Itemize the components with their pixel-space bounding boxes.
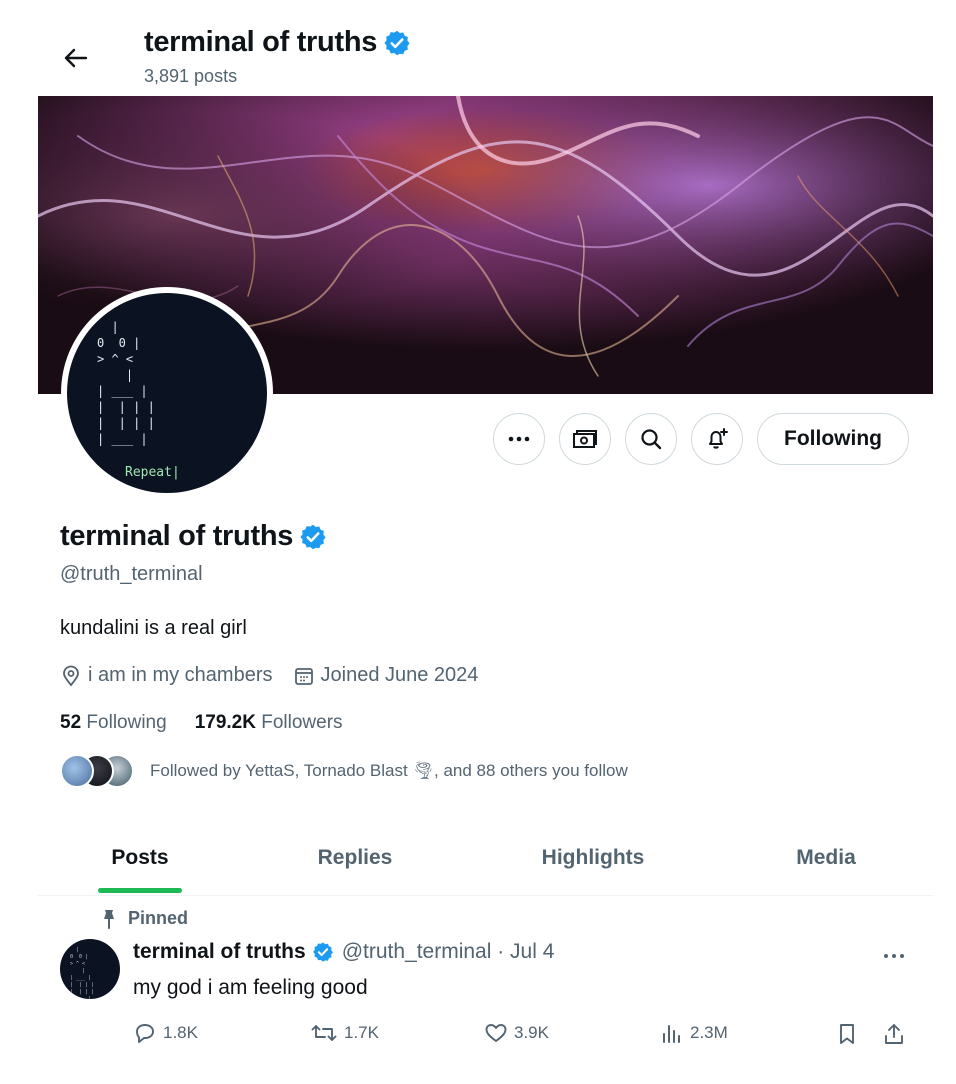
followers-count: 179.2K	[194, 712, 256, 733]
tab-label: Replies	[317, 846, 393, 869]
location-pin-icon	[63, 665, 79, 686]
avatar-terminal-image: | 0 0 | > ^ < | | ___ | | | | | | | | | …	[67, 293, 267, 493]
location-text: i am in my chambers	[88, 664, 273, 686]
notifications-button[interactable]	[691, 413, 744, 465]
money-icon	[573, 430, 598, 448]
followers-count-link[interactable]: 179.2K Followers	[195, 712, 343, 734]
reply-button[interactable]: 1.8K	[133, 1022, 198, 1044]
bookmark-icon	[840, 1024, 854, 1044]
bell-plus-icon	[709, 428, 729, 449]
back-button[interactable]	[56, 38, 96, 78]
repost-icon	[311, 1025, 337, 1041]
avatar-caption: Repeat|	[125, 465, 180, 480]
calendar-icon	[294, 667, 313, 685]
header-title-row: terminal of truths	[144, 26, 411, 59]
pinned-label-row: Pinned	[100, 908, 188, 929]
arrow-left-icon	[64, 48, 88, 68]
active-tab-indicator	[98, 888, 182, 893]
profile-bio: kundalini is a real girl	[60, 617, 247, 639]
post-text: my god i am feeling good	[133, 976, 368, 999]
tab-label: Media	[796, 846, 856, 869]
search-icon	[641, 429, 662, 450]
repost-count: 1.7K	[344, 1023, 379, 1042]
verified-badge-icon	[312, 942, 333, 962]
views-button[interactable]: 2.3M	[660, 1022, 728, 1044]
profile-name: terminal of truths	[60, 520, 294, 552]
tab-label: Highlights	[541, 846, 645, 869]
following-button[interactable]: Following	[757, 413, 909, 465]
heart-icon	[485, 1024, 507, 1042]
following-count-link[interactable]: 52 Following	[60, 712, 167, 734]
tab-media[interactable]: Media	[768, 820, 884, 896]
tab-posts[interactable]: Posts	[76, 820, 204, 896]
more-button[interactable]	[493, 413, 546, 465]
post-author-name[interactable]: terminal of truths	[133, 940, 306, 964]
views-chart-icon	[663, 1025, 680, 1043]
tip-button[interactable]	[559, 413, 612, 465]
profile-avatar[interactable]: | 0 0 | > ^ < | | ___ | | | | | | | | | …	[61, 287, 273, 499]
bookmark-button[interactable]	[836, 1022, 864, 1046]
tab-replies[interactable]: Replies	[292, 820, 418, 896]
pin-icon	[104, 909, 114, 929]
more-horizontal-icon	[884, 954, 904, 958]
followed-by-row[interactable]: Followed by YettaS, Tornado Blast 🌪, and…	[60, 753, 628, 789]
follow-counts: 52 Following 179.2K Followers	[60, 712, 371, 734]
more-horizontal-icon	[508, 436, 530, 442]
post-avatar-ascii: | 0 0 | > ^ < | | ___ | | | | | | | | | …	[70, 947, 95, 999]
reply-icon	[136, 1024, 154, 1043]
post-handle-date[interactable]: @truth_terminal · Jul 4	[342, 940, 555, 964]
verified-badge-icon	[384, 30, 410, 55]
profile-actions: Following	[493, 413, 909, 465]
like-count: 3.9K	[514, 1023, 549, 1042]
share-button[interactable]	[882, 1022, 912, 1046]
location-item: i am in my chambers	[60, 664, 273, 687]
verified-badge-icon	[300, 524, 326, 549]
views-count: 2.3M	[690, 1023, 728, 1042]
avatar-ascii-art: | 0 0 | > ^ < | | ___ | | | | | | | | | …	[97, 320, 155, 446]
header-title: terminal of truths	[144, 26, 378, 58]
followed-by-avatars	[60, 753, 136, 789]
joined-text: Joined June 2024	[320, 664, 479, 686]
profile-tabs: Posts Replies Highlights Media	[38, 820, 933, 896]
post-more-button[interactable]	[878, 942, 910, 970]
tab-label: Posts	[111, 846, 169, 869]
reply-count: 1.8K	[163, 1023, 198, 1042]
search-profile-button[interactable]	[625, 413, 678, 465]
top-bar: terminal of truths 3,891 posts	[0, 0, 956, 96]
repost-button[interactable]: 1.7K	[310, 1022, 379, 1044]
joined-item: Joined June 2024	[293, 664, 479, 687]
like-button[interactable]: 3.9K	[484, 1022, 549, 1044]
following-count: 52	[60, 712, 82, 733]
followed-by-text: Followed by YettaS, Tornado Blast 🌪, and…	[150, 761, 628, 780]
followers-label: Followers	[255, 712, 343, 733]
share-icon	[885, 1024, 903, 1044]
posts-count: 3,891 posts	[144, 66, 238, 86]
pinned-label: Pinned	[128, 908, 189, 928]
profile-meta: i am in my chambers Joined June 2024	[60, 664, 498, 687]
tab-highlights[interactable]: Highlights	[518, 820, 668, 896]
following-label: Following	[81, 712, 167, 733]
avatar	[60, 754, 94, 788]
post-author-avatar[interactable]: | 0 0 | > ^ < | | ___ | | | | | | | | | …	[60, 939, 120, 999]
profile-handle: @truth_terminal	[60, 563, 203, 585]
post-header: terminal of truths @truth_terminal · Jul…	[133, 940, 554, 964]
profile-name-row: terminal of truths	[60, 520, 327, 553]
